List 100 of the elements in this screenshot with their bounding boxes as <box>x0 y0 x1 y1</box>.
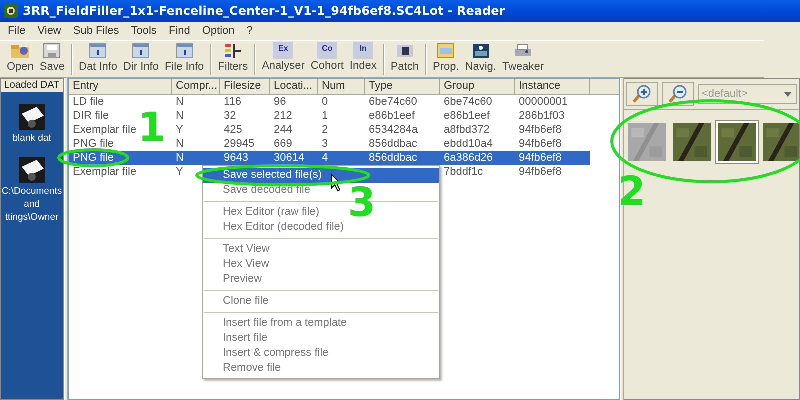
text-icon: In <box>353 42 374 59</box>
table-cell: 29945 <box>224 138 255 150</box>
table-cell: 30614 <box>274 152 305 164</box>
table-cell: 94fb6ef8 <box>519 166 562 178</box>
toolbar-button[interactable]: Patch <box>388 42 422 77</box>
file-label[interactable]: C:\Documents and ttings\Owner <box>2 185 62 224</box>
app-icon <box>4 4 18 18</box>
properties-icon <box>435 42 458 60</box>
context-menu-item[interactable]: Text View <box>203 242 439 257</box>
table-cell: 244 <box>274 124 292 136</box>
menu-item[interactable]: ? <box>240 25 259 37</box>
file-label[interactable]: blank dat <box>12 132 52 145</box>
menu-item[interactable]: Sub Files <box>67 25 126 37</box>
context-menu-item[interactable]: Hex View <box>203 257 439 272</box>
column-header[interactable]: Instance <box>515 79 590 95</box>
table-cell: N <box>176 96 184 108</box>
column-header[interactable]: Group <box>440 79 515 95</box>
context-menu-item[interactable]: Remove file <box>203 361 439 376</box>
menu-item[interactable]: View <box>32 25 68 37</box>
menu-item[interactable]: File <box>2 25 32 37</box>
toolbar-button[interactable]: File Info <box>162 42 208 77</box>
table-cell: Y <box>176 166 184 178</box>
context-menu-item[interactable]: Insert & compress file <box>203 346 439 361</box>
table-cell: 286b1f03 <box>519 110 565 122</box>
toolbar-button[interactable]: Open <box>4 42 37 77</box>
context-menu-item[interactable]: Hex Editor (decoded file) <box>203 220 439 235</box>
toolbar-button[interactable]: Navig. <box>462 42 500 77</box>
zoom-out-icon <box>667 84 689 104</box>
context-menu-item[interactable]: Insert file from a template <box>203 316 439 331</box>
table-cell: Exemplar file <box>73 166 137 178</box>
table-cell: 94fb6ef8 <box>519 138 562 150</box>
toolbar-button[interactable]: Ex Analyser <box>259 42 308 77</box>
zoom-in-icon <box>631 84 653 104</box>
toolbar-button[interactable]: Dir Info <box>120 42 162 77</box>
dat-file-icon[interactable] <box>17 155 47 185</box>
table-cell: 669 <box>274 138 292 150</box>
table-row[interactable]: PNG file N 9643 30614 4 856ddbac 6a386d26 94fb6ef8 <box>69 151 619 165</box>
table-cell: Exemplar file <box>73 124 137 136</box>
toolbar-button[interactable]: Dat Info <box>76 42 121 77</box>
table-cell: e86b1eef <box>369 110 415 122</box>
table-cell: N <box>176 110 184 122</box>
table-cell: 7bddf1c <box>444 166 484 178</box>
window-icon <box>87 42 110 60</box>
window-title: 3RR_FieldFiller_1x1-Fenceline_Center-1_V1-1_94fb6ef8.SC4Lot - Reader <box>23 4 506 18</box>
table-row[interactable]: LD file N 116 96 0 6be74c60 6be74c60 00000001 <box>69 95 619 109</box>
context-menu-item[interactable]: Insert file <box>203 331 439 346</box>
annotation-number: 3 <box>348 183 376 223</box>
table-cell: 96 <box>274 96 286 108</box>
toolbar-button[interactable]: In Index <box>346 42 380 77</box>
table-cell: 0 <box>322 96 328 108</box>
table-cell: 1 <box>322 110 328 122</box>
zoom-button[interactable] <box>626 82 658 106</box>
text-icon: Co <box>317 42 338 59</box>
table-cell: 94fb6ef8 <box>519 124 562 136</box>
table-cell: 6a386d26 <box>444 152 493 164</box>
table-cell: 32 <box>224 110 236 122</box>
table-cell: 856ddbac <box>369 138 418 150</box>
column-header[interactable]: Filesize <box>220 79 270 95</box>
table-cell: 2 <box>322 124 328 136</box>
table-cell: 3 <box>322 138 328 150</box>
window-icon <box>174 42 196 60</box>
table-cell: 856ddbac <box>369 152 418 164</box>
menu-item[interactable]: Tools <box>125 25 163 37</box>
column-header[interactable]: Compr... <box>172 79 220 95</box>
toolbar-button[interactable]: Tweaker <box>499 42 548 77</box>
context-menu-item[interactable]: Clone file <box>203 294 439 309</box>
annotation-number: 2 <box>618 172 646 212</box>
table-cell: PNG file <box>73 152 114 164</box>
table-cell: 00000001 <box>519 96 568 108</box>
table-cell: N <box>176 152 184 164</box>
table-cell: N <box>176 138 184 150</box>
context-menu-item[interactable]: Preview <box>203 272 439 287</box>
menu-item[interactable]: Find <box>162 25 196 37</box>
table-cell: a8fbd372 <box>444 124 490 136</box>
table-cell: 212 <box>274 110 292 122</box>
annotation-number: 1 <box>138 108 166 148</box>
table-cell: Y <box>176 124 184 136</box>
toolbar-button[interactable]: Prop. <box>430 42 462 77</box>
panel-header: Loaded DAT <box>1 79 63 92</box>
table-cell: 94fb6ef8 <box>519 152 562 164</box>
table-cell: 4 <box>322 152 328 164</box>
table-cell: LD file <box>73 96 104 108</box>
table-cell: 6be74c60 <box>369 96 418 108</box>
menu-item[interactable]: Option <box>196 25 241 37</box>
toolbar-button[interactable]: Save <box>36 42 68 77</box>
table-cell: PNG file <box>73 138 114 150</box>
toolbar-button[interactable]: Co Cohort <box>308 42 347 77</box>
folder-icon <box>9 42 32 60</box>
column-header[interactable]: Locati... <box>270 79 318 95</box>
toolbar-button[interactable]: Filters <box>215 42 252 77</box>
dat-file-icon[interactable] <box>17 102 47 132</box>
table-cell: e86b1eef <box>444 110 490 122</box>
column-header[interactable]: Num <box>318 79 365 95</box>
table-cell: 116 <box>224 96 242 108</box>
table-cell: 425 <box>224 124 242 136</box>
column-header[interactable]: Type <box>365 79 440 95</box>
column-header[interactable]: Entry <box>69 79 172 95</box>
table-cell: 6534284a <box>369 124 418 136</box>
table-cell: DIR file <box>73 110 110 122</box>
table-cell: 9643 <box>224 152 248 164</box>
